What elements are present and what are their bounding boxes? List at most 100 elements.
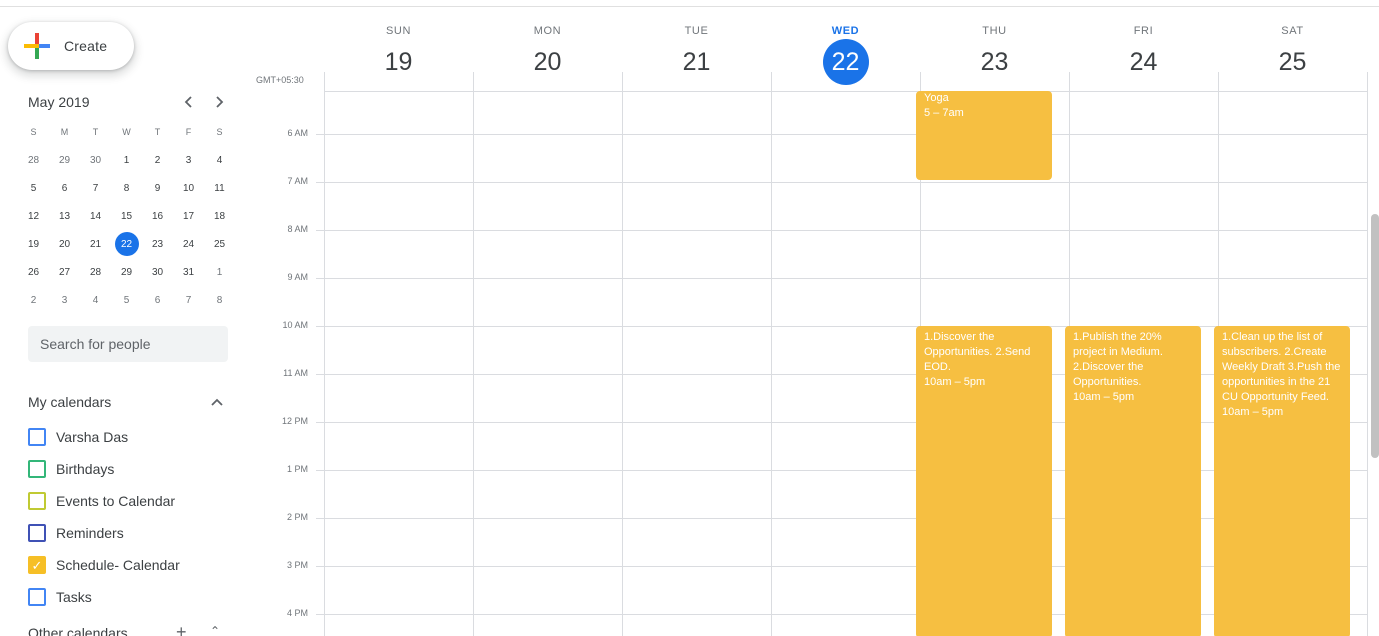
day-header-thu[interactable]: THU 23	[920, 0, 1069, 92]
mini-day[interactable]: 8	[111, 174, 142, 202]
hour-line	[316, 326, 1368, 327]
calendar-item[interactable]: ✓ Schedule- Calendar	[28, 549, 180, 581]
mini-day[interactable]: 8	[204, 286, 235, 314]
mini-day[interactable]: 4	[80, 286, 111, 314]
checkbox-icon[interactable]	[28, 460, 46, 478]
chevron-up-icon[interactable]: ⌃	[210, 624, 220, 636]
calendar-item[interactable]: Tasks	[28, 581, 180, 613]
day-header-sat[interactable]: SAT 25	[1218, 0, 1367, 92]
my-calendars-title: My calendars	[28, 394, 112, 410]
event-time: 10am – 5pm	[1073, 391, 1135, 403]
day-header-fri[interactable]: FRI 24	[1069, 0, 1218, 92]
mini-day[interactable]: 22	[111, 230, 142, 258]
mini-day[interactable]: 10	[173, 174, 204, 202]
search-people-input[interactable]	[28, 326, 228, 362]
day-number[interactable]: 25	[1270, 39, 1316, 85]
mini-day[interactable]: 6	[49, 174, 80, 202]
mini-day[interactable]: 2	[142, 146, 173, 174]
checkbox-icon[interactable]	[28, 524, 46, 542]
mini-day[interactable]: 5	[18, 174, 49, 202]
mini-day[interactable]: 1	[204, 258, 235, 286]
mini-day[interactable]: 13	[49, 202, 80, 230]
mini-day[interactable]: 23	[142, 230, 173, 258]
create-button[interactable]: Create	[8, 22, 134, 70]
calendar-event[interactable]: 1.Clean up the list of subscribers. 2.Cr…	[1214, 326, 1350, 636]
mini-day[interactable]: 21	[80, 230, 111, 258]
mini-day[interactable]: 30	[142, 258, 173, 286]
mini-day[interactable]: 24	[173, 230, 204, 258]
day-number[interactable]: 23	[972, 39, 1018, 85]
hour-label: 12 PM	[281, 416, 308, 426]
mini-day[interactable]: 27	[49, 258, 80, 286]
add-icon[interactable]: +	[176, 622, 187, 636]
mini-day[interactable]: 25	[204, 230, 235, 258]
mini-day-number: 4	[92, 294, 99, 306]
chevron-up-icon[interactable]	[207, 392, 227, 412]
mini-day[interactable]: 7	[173, 286, 204, 314]
mini-day-number: 1	[216, 266, 223, 278]
mini-day[interactable]: 15	[111, 202, 142, 230]
mini-day[interactable]: 29	[49, 146, 80, 174]
mini-weekday-head: T	[154, 127, 161, 137]
mini-day[interactable]: 28	[80, 258, 111, 286]
calendar-event[interactable]: Yoga 5 – 7am	[916, 91, 1052, 180]
day-header-wed[interactable]: WED 22	[771, 0, 920, 92]
chevron-right-icon[interactable]	[209, 92, 229, 112]
day-header-tue[interactable]: TUE 21	[622, 0, 771, 92]
day-number[interactable]: 20	[525, 39, 571, 85]
mini-day[interactable]: 4	[204, 146, 235, 174]
mini-day[interactable]: 20	[49, 230, 80, 258]
mini-day-number: 8	[216, 294, 223, 306]
mini-day[interactable]: 31	[173, 258, 204, 286]
mini-day[interactable]: 3	[49, 286, 80, 314]
calendar-item[interactable]: Birthdays	[28, 453, 180, 485]
mini-day[interactable]: 18	[204, 202, 235, 230]
calendar-name: Birthdays	[56, 461, 115, 477]
checkbox-icon[interactable]	[28, 492, 46, 510]
column-divider	[324, 72, 325, 636]
mini-day[interactable]: 16	[142, 202, 173, 230]
calendar-item[interactable]: Events to Calendar	[28, 485, 180, 517]
chevron-left-icon[interactable]	[179, 92, 199, 112]
mini-day[interactable]: 29	[111, 258, 142, 286]
checkbox-icon[interactable]	[28, 588, 46, 606]
checkbox-icon[interactable]	[28, 428, 46, 446]
event-title: 1.Clean up the list of subscribers. 2.Cr…	[1222, 331, 1341, 403]
mini-day[interactable]: 26	[18, 258, 49, 286]
mini-day[interactable]: 28	[18, 146, 49, 174]
mini-day[interactable]: 17	[173, 202, 204, 230]
scrollbar[interactable]	[1371, 214, 1379, 458]
mini-day-number: 10	[182, 182, 195, 194]
mini-day[interactable]: 5	[111, 286, 142, 314]
day-number[interactable]: 22	[822, 39, 869, 85]
calendar-event[interactable]: 1.Publish the 20% project in Medium. 2.D…	[1065, 326, 1201, 636]
mini-day-number: 9	[154, 182, 161, 194]
mini-day[interactable]: 1	[111, 146, 142, 174]
day-number[interactable]: 19	[376, 39, 422, 85]
mini-day[interactable]: 6	[142, 286, 173, 314]
mini-day-number: 4	[216, 154, 223, 166]
mini-day[interactable]: 30	[80, 146, 111, 174]
mini-day-number: 16	[151, 210, 164, 222]
checkbox-checked-icon[interactable]: ✓	[28, 556, 46, 574]
hour-line	[316, 230, 1368, 231]
mini-day[interactable]: 9	[142, 174, 173, 202]
day-header-mon[interactable]: MON 20	[473, 0, 622, 92]
mini-day[interactable]: 14	[80, 202, 111, 230]
mini-day[interactable]: 2	[18, 286, 49, 314]
day-number[interactable]: 24	[1121, 39, 1167, 85]
calendar-item[interactable]: Varsha Das	[28, 421, 180, 453]
hour-line	[316, 182, 1368, 183]
mini-day[interactable]: 3	[173, 146, 204, 174]
mini-day[interactable]: 11	[204, 174, 235, 202]
calendar-event[interactable]: 1.Discover the Opportunities. 2.Send EOD…	[916, 326, 1052, 636]
day-number[interactable]: 21	[674, 39, 720, 85]
hour-line	[316, 374, 1368, 375]
mini-day[interactable]: 19	[18, 230, 49, 258]
mini-day[interactable]: 7	[80, 174, 111, 202]
mini-day[interactable]: 12	[18, 202, 49, 230]
mini-day-number: 18	[213, 210, 226, 222]
calendar-item[interactable]: Reminders	[28, 517, 180, 549]
day-header-sun[interactable]: SUN 19	[324, 0, 473, 92]
mini-day-number: 19	[27, 238, 40, 250]
